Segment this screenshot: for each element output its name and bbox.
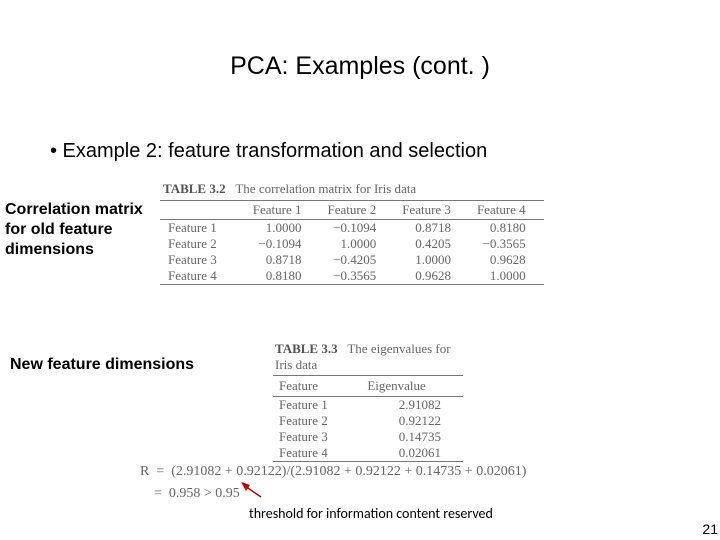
equation-line2: = 0.958 > 0.95 [140, 486, 240, 501]
t32-r3-c1: −0.3565 [319, 268, 394, 285]
t33-r2-v: 0.14735 [361, 429, 463, 445]
t32-r3-c0: 0.8180 [245, 268, 320, 285]
slide-title: PCA: Examples (cont. ) [0, 52, 720, 81]
table33-grid: Feature Eigenvalue Feature 1 2.91082 Fea… [273, 375, 463, 462]
t33-r2-h: Feature 3 [273, 429, 361, 445]
table32-grid: Feature 1 Feature 2 Feature 3 Feature 4 … [160, 200, 544, 285]
table32-caption-text: The correlation matrix for Iris data [235, 181, 416, 196]
t33-r3-v: 0.02061 [361, 445, 463, 462]
table32-h4: Feature 4 [469, 201, 544, 220]
table-row: Feature 1 2.91082 [273, 397, 463, 414]
slide: PCA: Examples (cont. ) • Example 2: feat… [0, 0, 720, 540]
arrow-icon [241, 482, 263, 498]
t32-r0-c2: 0.8718 [394, 220, 469, 237]
table33-header-row: Feature Eigenvalue [273, 376, 463, 397]
table32-header-row: Feature 1 Feature 2 Feature 3 Feature 4 [160, 201, 544, 220]
label-correlation-matrix: Correlation matrix for old feature dimen… [5, 200, 143, 260]
table-row: Feature 2 −0.1094 1.0000 0.4205 −0.3565 [160, 236, 544, 252]
t33-h1: Eigenvalue [361, 376, 463, 397]
t32-r3-c2: 0.9628 [394, 268, 469, 285]
table-eigenvalues: TABLE 3.3 The eigenvalues for Iris data … [273, 341, 463, 462]
bullet-example2: • Example 2: feature transformation and … [50, 140, 487, 163]
page-number: 21 [702, 521, 718, 537]
t32-r3-h: Feature 4 [160, 268, 245, 285]
table-correlation: TABLE 3.2 The correlation matrix for Iri… [160, 181, 544, 285]
table-row: Feature 4 0.02061 [273, 445, 463, 462]
table32-h3: Feature 3 [394, 201, 469, 220]
table32-caption-bold: TABLE 3.2 [163, 181, 226, 196]
table32-h0 [160, 201, 245, 220]
table-row: Feature 3 0.14735 [273, 429, 463, 445]
t32-r1-c0: −0.1094 [245, 236, 320, 252]
t32-r0-c1: −0.1094 [319, 220, 394, 237]
t32-r2-h: Feature 3 [160, 252, 245, 268]
t33-r3-h: Feature 4 [273, 445, 361, 462]
table33-caption-bold: TABLE 3.3 [275, 341, 338, 356]
table33-caption: TABLE 3.3 The eigenvalues for Iris data [275, 341, 463, 372]
t32-r1-c2: 0.4205 [394, 236, 469, 252]
label-corr-line3: dimensions [5, 241, 94, 258]
t32-r0-h: Feature 1 [160, 220, 245, 237]
label-corr-line1: Correlation matrix [5, 201, 143, 218]
table32-h2: Feature 2 [319, 201, 394, 220]
t33-r1-h: Feature 2 [273, 413, 361, 429]
table32-h1: Feature 1 [245, 201, 320, 220]
t32-r2-c2: 1.0000 [394, 252, 469, 268]
threshold-caption: threshold for information content reserv… [249, 505, 493, 522]
t33-r0-v: 2.91082 [361, 397, 463, 414]
equation-line1: R = (2.91082 + 0.92122)/(2.91082 + 0.921… [140, 464, 526, 479]
t32-r3-c3: 1.0000 [469, 268, 544, 285]
equation-r: R = (2.91082 + 0.92122)/(2.91082 + 0.921… [140, 461, 526, 504]
t32-r1-h: Feature 2 [160, 236, 245, 252]
t32-r2-c1: −0.4205 [319, 252, 394, 268]
table-row: Feature 1 1.0000 −0.1094 0.8718 0.8180 [160, 220, 544, 237]
t32-r0-c0: 1.0000 [245, 220, 320, 237]
label-new-feature-dims: New feature dimensions [10, 356, 194, 374]
t32-r1-c3: −0.3565 [469, 236, 544, 252]
t33-h0: Feature [273, 376, 361, 397]
t32-r2-c0: 0.8718 [245, 252, 320, 268]
t32-r1-c1: 1.0000 [319, 236, 394, 252]
table32-caption: TABLE 3.2 The correlation matrix for Iri… [163, 181, 544, 197]
label-corr-line2: for old feature [5, 221, 113, 238]
t33-r1-v: 0.92122 [361, 413, 463, 429]
t32-r0-c3: 0.8180 [469, 220, 544, 237]
table-row: Feature 3 0.8718 −0.4205 1.0000 0.9628 [160, 252, 544, 268]
table-row: Feature 4 0.8180 −0.3565 0.9628 1.0000 [160, 268, 544, 285]
table-row: Feature 2 0.92122 [273, 413, 463, 429]
t32-r2-c3: 0.9628 [469, 252, 544, 268]
t33-r0-h: Feature 1 [273, 397, 361, 414]
